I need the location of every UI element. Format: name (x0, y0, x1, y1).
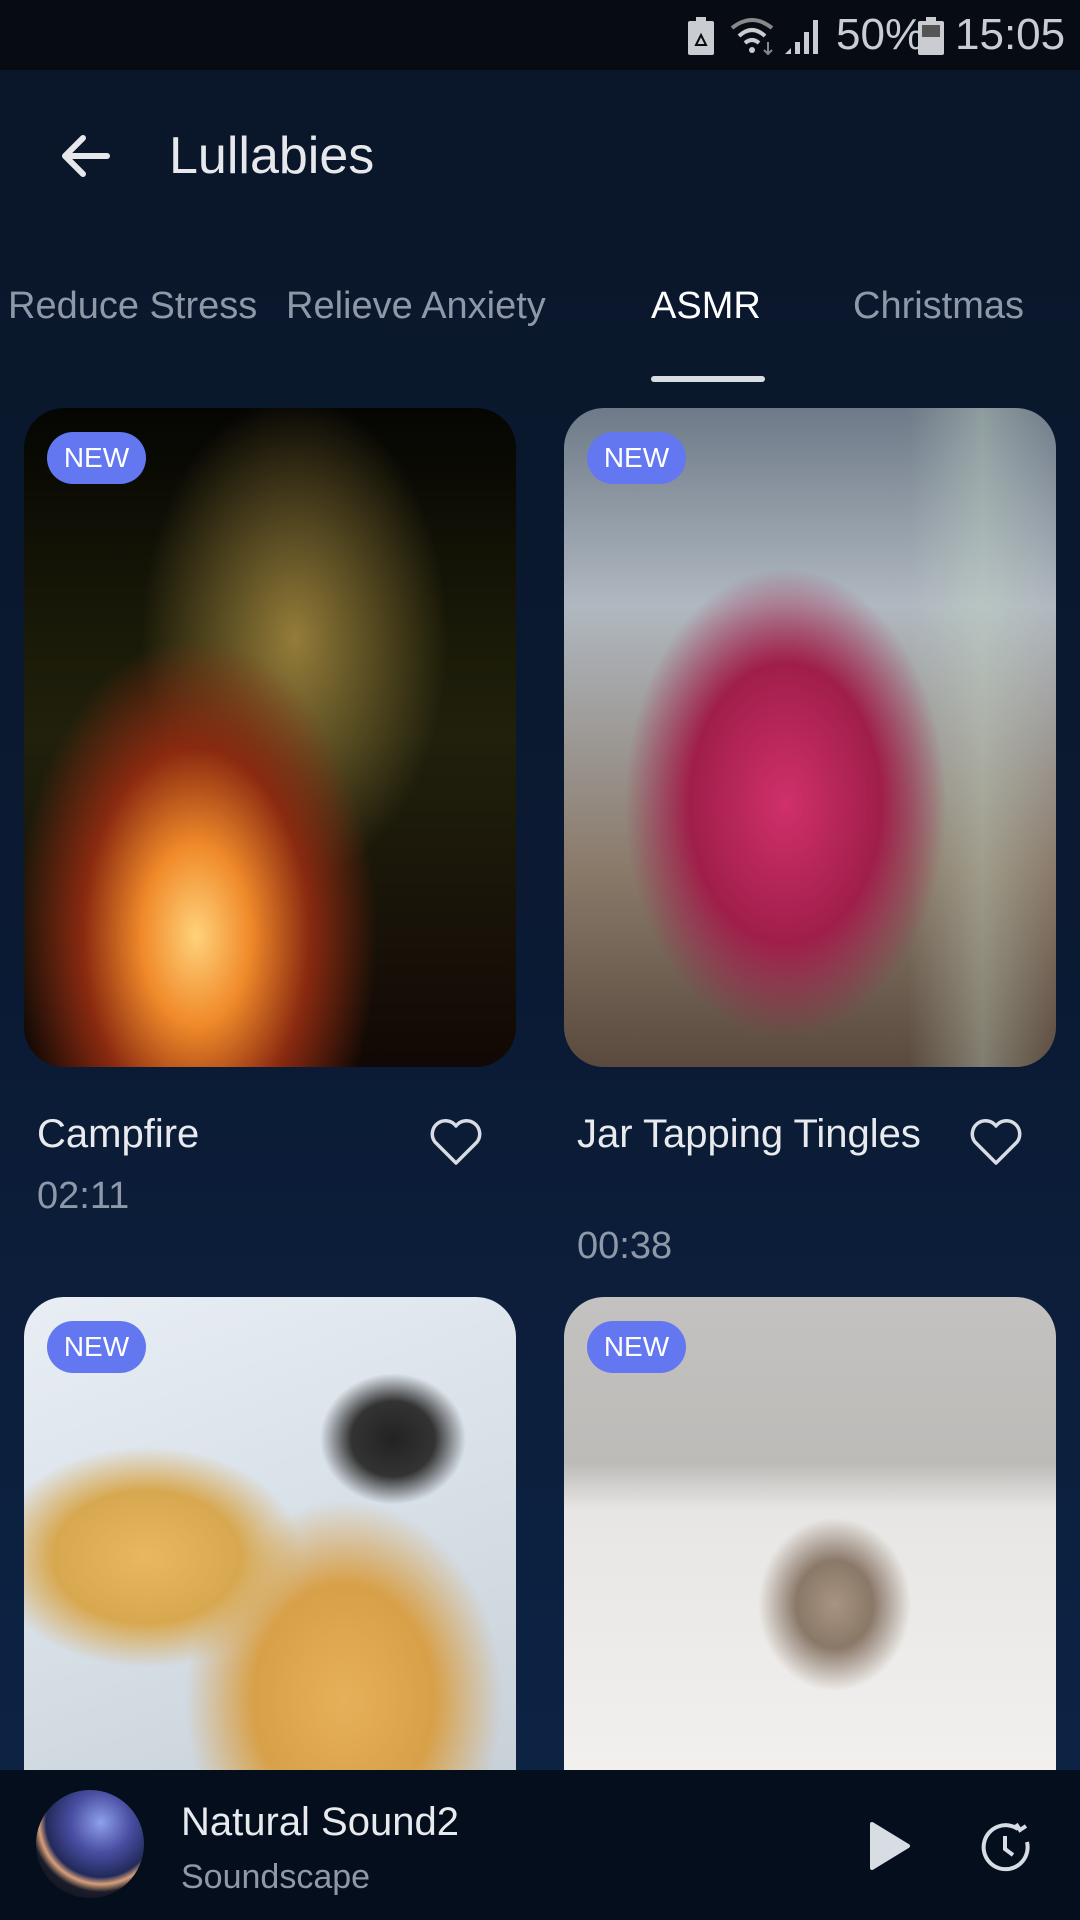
track-title: Natural Sound2 (181, 1800, 459, 1844)
clock: 15:05 (955, 10, 1066, 59)
tab-christmas[interactable]: Christmas (853, 285, 1024, 328)
app-header: Lullabies (0, 70, 1080, 245)
tab-relieve-anxiety[interactable]: Relieve Anxiety (286, 285, 546, 328)
battery-percent: 50% (836, 10, 925, 59)
battery-saver-icon (688, 17, 714, 55)
new-badge: NEW (47, 432, 146, 484)
track-subtitle: Soundscape (181, 1858, 371, 1896)
battery-icon (918, 17, 944, 55)
heart-icon[interactable] (969, 1117, 1023, 1167)
wifi-icon (730, 18, 774, 56)
new-badge: NEW (587, 1321, 686, 1373)
sleep-timer-icon[interactable] (980, 1820, 1034, 1874)
active-tab-indicator (651, 376, 765, 382)
new-badge: NEW (587, 432, 686, 484)
category-tabs: Reduce Stress Relieve Anxiety ASMR Chris… (0, 285, 1080, 385)
page-title: Lullabies (169, 127, 375, 185)
card-jar-tapping[interactable]: NEW (564, 408, 1056, 1067)
card-chips[interactable]: NEW (24, 1297, 516, 1770)
mini-player[interactable]: Natural Sound2 Soundscape (0, 1770, 1080, 1920)
card-title: Campfire (37, 1112, 200, 1156)
card-title: Jar Tapping Tingles (577, 1112, 921, 1156)
heart-icon[interactable] (429, 1117, 483, 1167)
card-duration: 02:11 (37, 1175, 130, 1217)
tab-asmr[interactable]: ASMR (651, 285, 761, 328)
tab-reduce-stress[interactable]: Reduce Stress (8, 285, 257, 328)
new-badge: NEW (47, 1321, 146, 1373)
signal-icon (785, 20, 818, 54)
card-campfire[interactable]: NEW (24, 408, 516, 1067)
arrow-left-icon[interactable] (55, 126, 115, 186)
card-duration: 00:38 (577, 1225, 673, 1267)
play-icon[interactable] (868, 1820, 912, 1872)
track-artwork (36, 1790, 144, 1898)
card-cat[interactable]: NEW (564, 1297, 1056, 1770)
status-bar: 50% 15:05 (0, 0, 1080, 70)
